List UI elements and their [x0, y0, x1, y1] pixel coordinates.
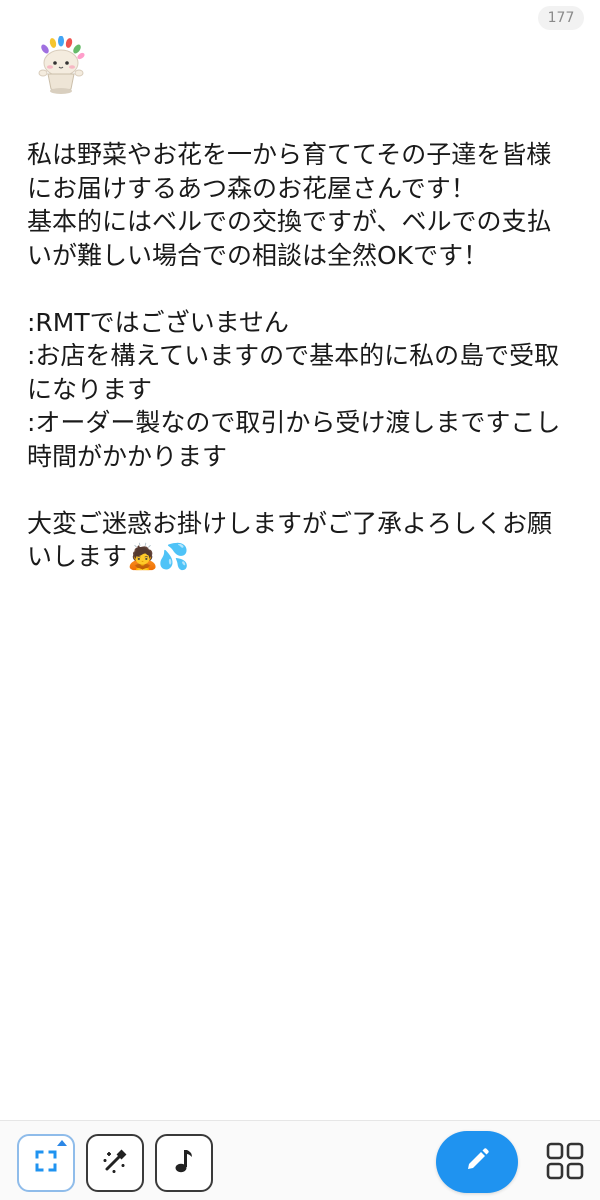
magic-wand-icon [100, 1146, 130, 1180]
effects-button[interactable] [86, 1134, 144, 1192]
editor-screen: 177 私は野菜やお花を一から育ててその子達を皆様にお届けするあつ森のお花屋さん [0, 0, 600, 1200]
post-body-text[interactable]: 私は野菜やお花を一から育ててその子達を皆様にお届けするあつ森のお花屋さんです！ … [27, 138, 575, 574]
character-count-badge: 177 [538, 6, 584, 30]
menu-button[interactable] [544, 1142, 586, 1184]
expand-corners-icon [33, 1148, 59, 1178]
music-note-icon [172, 1147, 196, 1179]
expand-button[interactable] [17, 1134, 75, 1192]
bottom-toolbar [0, 1120, 600, 1200]
compose-button[interactable] [436, 1131, 518, 1193]
music-button[interactable] [155, 1134, 213, 1192]
flower-hat-mascot-icon [34, 35, 88, 96]
pencil-icon [464, 1147, 490, 1177]
grid-menu-icon [546, 1142, 584, 1184]
